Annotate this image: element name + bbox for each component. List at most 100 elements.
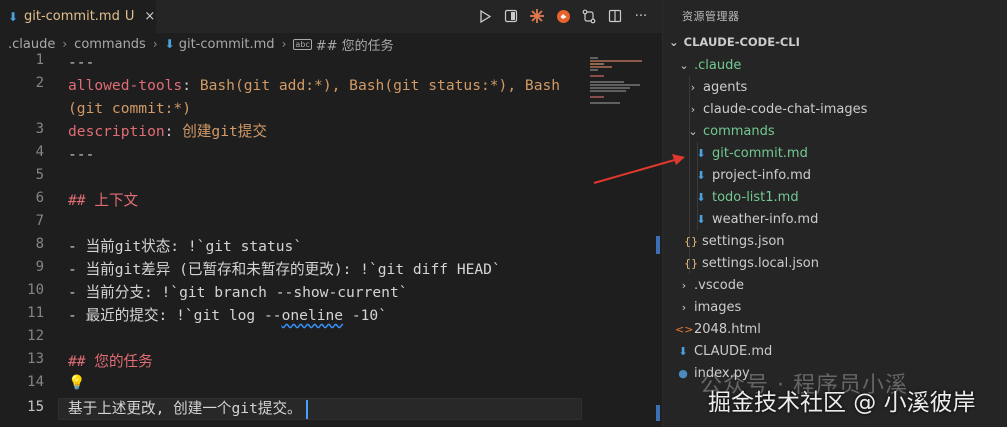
tree-item-weather-info-md[interactable]: ⬇ weather-info.md xyxy=(663,208,1007,230)
python-icon: ● xyxy=(678,366,688,380)
line-number: 9 xyxy=(35,259,44,275)
tree-item-label: agents xyxy=(703,79,748,95)
line-number: 3 xyxy=(35,121,44,137)
chevron-right-icon: › xyxy=(62,37,68,51)
tree-item-claude-md[interactable]: ⬇ CLAUDE.md xyxy=(663,340,1007,362)
tab-status-badge: U xyxy=(124,9,135,24)
editor-area: ⬇ git-commit.md U × ··· .claude › comman… xyxy=(0,0,662,427)
git-compare-icon[interactable] xyxy=(576,6,602,26)
chevron-right-icon: › xyxy=(152,37,158,51)
tree-item-git-commit-md[interactable]: ⬇ git-commit.md xyxy=(663,142,1007,164)
tree-item-todo-list1-md[interactable]: ⬇ todo-list1.md xyxy=(663,186,1007,208)
preview-icon[interactable] xyxy=(498,6,524,26)
line-number: 11 xyxy=(27,305,44,321)
markdown-icon: ⬇ xyxy=(696,212,706,226)
play-icon[interactable] xyxy=(472,6,498,26)
code-line: - 当前分支: !`git branch --show-current` xyxy=(68,284,408,301)
tree-item-agents[interactable]: › agents xyxy=(663,76,1007,98)
spelling-warning: oneline xyxy=(281,307,344,324)
breadcrumb-symbol[interactable]: ## 您的任务 xyxy=(316,35,394,54)
code-line-heading: ## 上下文 xyxy=(68,192,139,209)
scroll-indicator xyxy=(656,405,660,421)
tree-item-settings-local-json[interactable]: {} settings.local.json xyxy=(663,252,1007,274)
chevron-right-icon: › xyxy=(690,102,696,116)
close-icon[interactable]: × xyxy=(144,9,155,24)
line-number: 2 xyxy=(35,75,44,91)
line-number: 5 xyxy=(35,167,44,183)
tree-item-claude-code-chat-images[interactable]: › claude-code-chat-images xyxy=(663,98,1007,120)
json-icon: {} xyxy=(684,234,698,248)
scroll-indicator xyxy=(656,236,660,254)
line-number: 12 xyxy=(27,328,44,344)
more-icon[interactable]: ··· xyxy=(628,6,654,26)
tree-item-images[interactable]: › images xyxy=(663,296,1007,318)
markdown-icon: ⬇ xyxy=(696,190,706,204)
markdown-icon: ⬇ xyxy=(696,168,706,182)
tree-item-label: todo-list1.md xyxy=(712,189,799,205)
code-line: allowed-tools: Bash(git add:*), Bash(git… xyxy=(68,77,561,94)
tree-item-claude[interactable]: ⌄ .claude xyxy=(663,54,1007,76)
tab-bar: ⬇ git-commit.md U × ··· xyxy=(0,0,662,33)
explorer-panel: 资源管理器 ⌄ CLAUDE-CODE-CLI ⌄ .claude › agen… xyxy=(662,0,1007,427)
chevron-down-icon: ⌄ xyxy=(688,124,698,138)
tree-item-label: claude-code-chat-images xyxy=(703,101,868,117)
tree-item-label: commands xyxy=(703,123,775,139)
markdown-icon: ⬇ xyxy=(164,37,175,51)
breadcrumb-claude[interactable]: .claude xyxy=(8,37,55,52)
chevron-right-icon: › xyxy=(281,37,287,51)
chevron-right-icon: › xyxy=(690,80,696,94)
markdown-icon: ⬇ xyxy=(8,9,19,24)
text-cursor xyxy=(305,399,308,419)
code-line: - 最近的提交: !`git log --oneline -10` xyxy=(68,307,388,324)
annotation-arrow xyxy=(593,154,685,184)
code-line: - 当前git状态: !`git status` xyxy=(68,238,303,255)
tree-item-settings-json[interactable]: {} settings.json xyxy=(663,230,1007,252)
tree-item-label: project-info.md xyxy=(712,167,812,183)
line-number: 10 xyxy=(27,282,44,298)
tree-item-label: images xyxy=(694,299,742,315)
tree-item-label: settings.json xyxy=(702,233,785,249)
explorer-title: 资源管理器 xyxy=(682,10,740,23)
tree-item-vscode[interactable]: › .vscode xyxy=(663,274,1007,296)
tree-item-commands[interactable]: ⌄ commands xyxy=(663,120,1007,142)
chevron-down-icon: ⌄ xyxy=(669,35,679,49)
breadcrumb-file[interactable]: git-commit.md xyxy=(179,37,275,52)
line-number: 4 xyxy=(35,144,44,160)
minimap[interactable] xyxy=(588,55,654,115)
line-number: 7 xyxy=(35,213,44,229)
code-line-heading: ## 您的任务 xyxy=(68,353,153,370)
claude-icon[interactable] xyxy=(524,6,550,26)
line-number: 1 xyxy=(35,52,44,68)
line-number-active: 15 xyxy=(27,399,44,415)
line-number-gutter: 1 2 3 4 5 6 7 8 9 10 11 12 13 14 15 xyxy=(0,52,56,427)
breadcrumb-commands[interactable]: commands xyxy=(74,37,146,52)
markdown-icon: ⬇ xyxy=(696,146,706,160)
tree-item-label: weather-info.md xyxy=(712,211,819,227)
tree-item-label: settings.local.json xyxy=(702,255,819,271)
tree-item-label: CLAUDE.md xyxy=(694,343,773,359)
split-editor-icon[interactable] xyxy=(602,6,628,26)
line-number: 14 xyxy=(27,374,44,390)
tab-label: git-commit.md xyxy=(24,9,120,24)
chevron-right-icon: › xyxy=(681,300,687,314)
extension-icon[interactable] xyxy=(550,6,576,26)
code-line: description: 创建git提交 xyxy=(68,123,267,140)
tab-git-commit[interactable]: ⬇ git-commit.md U × xyxy=(0,0,156,33)
line-number: 8 xyxy=(35,236,44,252)
workspace-root[interactable]: ⌄ CLAUDE-CODE-CLI xyxy=(669,35,800,49)
code-line-wrap: (git commit:*) xyxy=(68,100,192,117)
chevron-down-icon: ⌄ xyxy=(679,58,689,72)
watermark: 掘金技术社区 @ 小溪彼岸 xyxy=(708,390,976,416)
tree-item-project-info-md[interactable]: ⬇ project-info.md xyxy=(663,164,1007,186)
workspace-root-label: CLAUDE-CODE-CLI xyxy=(683,35,800,49)
html-icon: <> xyxy=(675,322,694,336)
chevron-right-icon: › xyxy=(681,278,687,292)
tree-item-2048-html[interactable]: <> 2048.html xyxy=(663,318,1007,340)
markdown-icon: ⬇ xyxy=(678,344,688,358)
code-editor[interactable]: --- allowed-tools: Bash(git add:*), Bash… xyxy=(68,52,588,427)
lightbulb-icon[interactable]: 💡 xyxy=(68,372,85,394)
symbol-string-icon: abc xyxy=(293,38,312,50)
line-number: 13 xyxy=(27,351,44,367)
tree-item-label: .claude xyxy=(694,57,742,73)
tree-item-label: .vscode xyxy=(694,277,744,293)
